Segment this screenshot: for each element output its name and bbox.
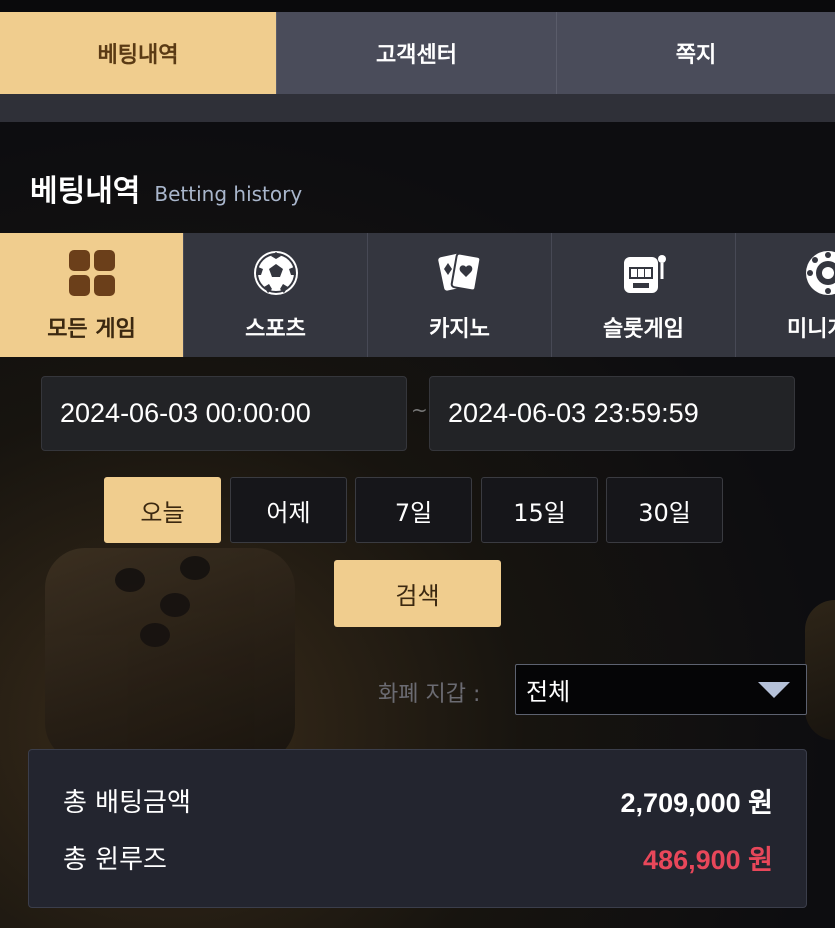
tab-messages[interactable]: 쪽지 <box>557 12 835 94</box>
currency-wallet-label: 화폐 지갑 : <box>378 682 481 707</box>
slot-machine-icon <box>618 247 670 299</box>
period-15days-button[interactable]: 15일 <box>481 477 598 543</box>
page-title: 베팅내역 <box>30 174 141 209</box>
section-title: 베팅내역 Betting history <box>30 166 302 210</box>
tab-label: 모든 게임 <box>47 317 136 342</box>
start-date-input[interactable]: 2024-06-03 00:00:00 <box>41 376 407 451</box>
total-bet-label: 총 배팅금액 <box>63 788 191 818</box>
tab-betting-history[interactable]: 베팅내역 <box>0 12 277 94</box>
period-yesterday-button[interactable]: 어제 <box>230 477 347 543</box>
total-winloss-value: 486,900 원 <box>643 845 773 875</box>
total-winloss-label: 총 윈루즈 <box>63 845 167 875</box>
select-value: 전체 <box>526 678 571 706</box>
tab-customer-center[interactable]: 고객센터 <box>277 12 557 94</box>
top-strip <box>0 0 835 12</box>
total-bet-value: 2,709,000 원 <box>620 788 773 818</box>
tab-label: 스포츠 <box>245 317 306 342</box>
dice-decoration <box>45 548 295 763</box>
cards-icon <box>434 247 486 299</box>
soccer-ball-icon <box>250 247 302 299</box>
tab-mini-games[interactable]: 미니게임 <box>736 233 835 357</box>
tab-bar-shadow <box>0 94 835 122</box>
tab-label: 슬롯게임 <box>603 317 684 342</box>
tab-label: 카지노 <box>429 317 490 342</box>
grid-icon <box>66 247 118 299</box>
game-category-tabs: 모든 게임 스포츠 카지노 슬롯게임 미니 <box>0 233 835 357</box>
dice-decoration-right <box>805 600 835 740</box>
roulette-icon <box>802 247 835 299</box>
triangle-down-icon <box>758 682 790 698</box>
tab-casino[interactable]: 카지노 <box>368 233 552 357</box>
top-tab-bar: 베팅내역 고객센터 쪽지 <box>0 12 835 94</box>
period-30days-button[interactable]: 30일 <box>606 477 723 543</box>
date-range-separator: ~ <box>411 398 428 422</box>
tab-label: 미니게임 <box>787 317 835 342</box>
total-bet-row: 총 배팅금액 2,709,000 원 <box>63 781 773 820</box>
period-7days-button[interactable]: 7일 <box>355 477 472 543</box>
tab-all-games[interactable]: 모든 게임 <box>0 233 184 357</box>
tab-slot-games[interactable]: 슬롯게임 <box>552 233 736 357</box>
currency-wallet-select[interactable]: 전체 <box>515 664 807 715</box>
betting-summary-panel: 총 배팅금액 2,709,000 원 총 윈루즈 486,900 원 <box>28 749 807 908</box>
page-subtitle: Betting history <box>154 182 303 206</box>
period-today-button[interactable]: 오늘 <box>104 477 221 543</box>
end-date-input[interactable]: 2024-06-03 23:59:59 <box>429 376 795 451</box>
total-winloss-row: 총 윈루즈 486,900 원 <box>63 838 773 877</box>
search-button[interactable]: 검색 <box>334 560 501 627</box>
tab-sports[interactable]: 스포츠 <box>184 233 368 357</box>
